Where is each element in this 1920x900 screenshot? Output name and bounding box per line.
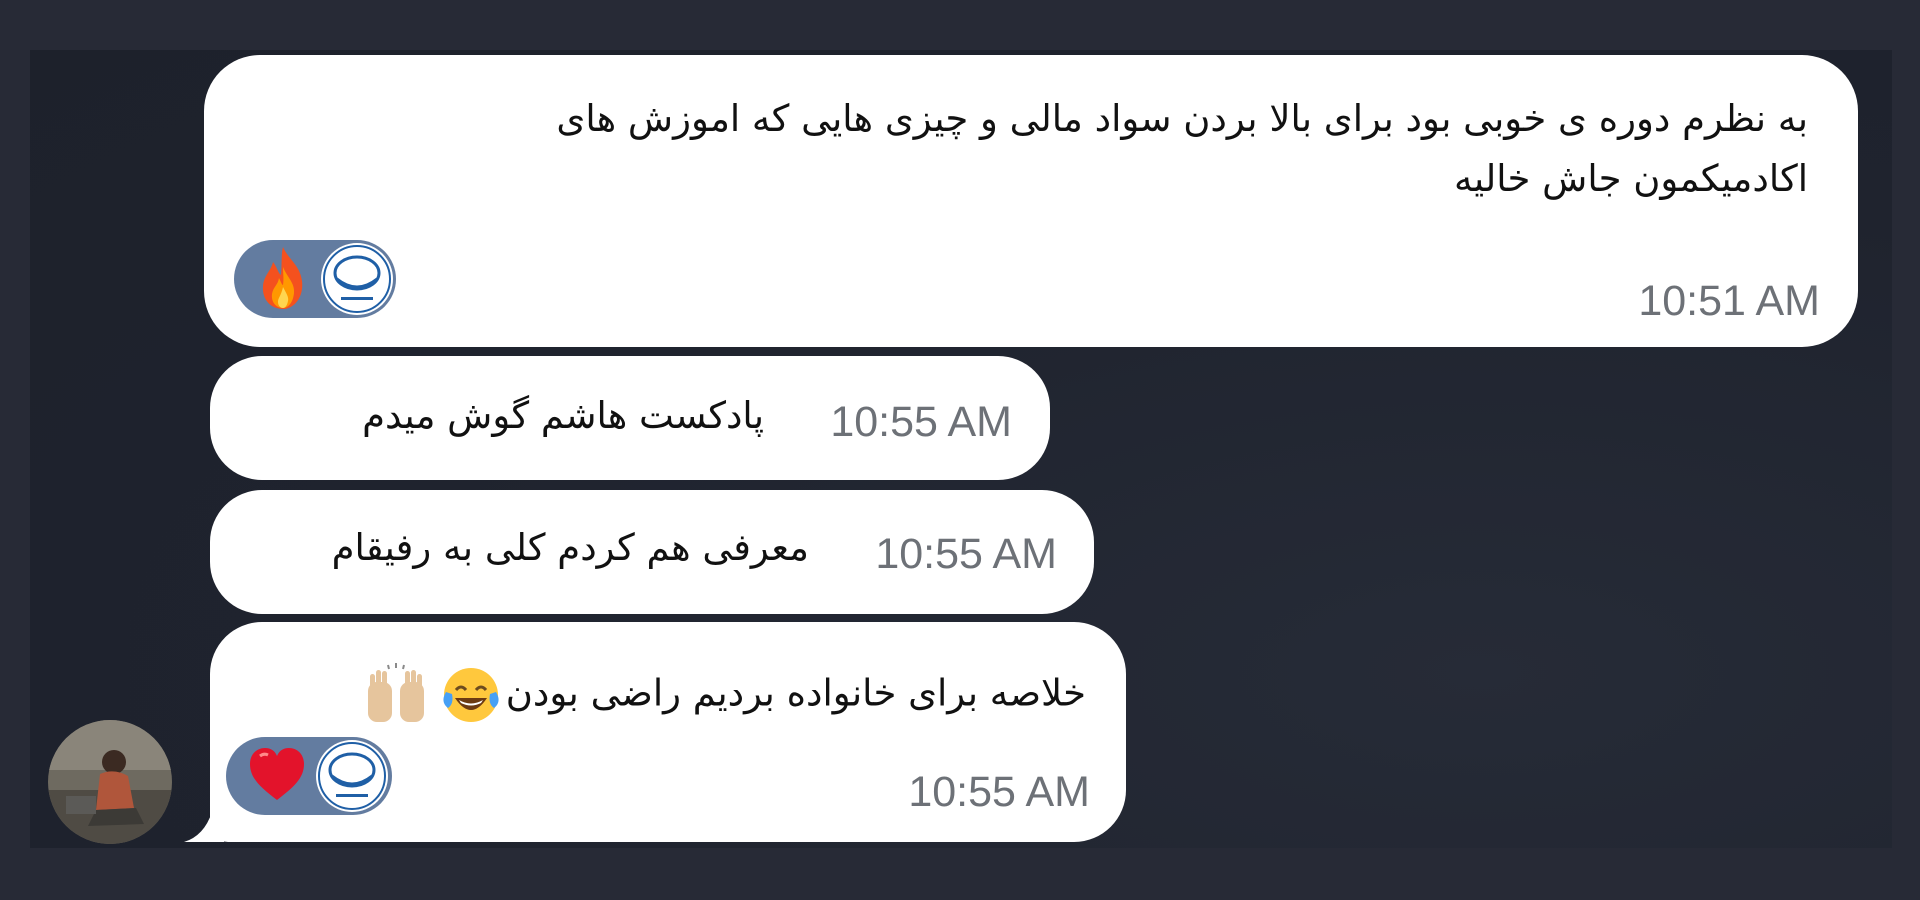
fire-emoji-icon xyxy=(262,247,303,309)
message-text-line: اکادمیکمون جاش خالیه xyxy=(1454,157,1808,200)
reaction-pill[interactable] xyxy=(234,240,396,318)
emoji-group xyxy=(364,662,502,728)
channel-logo-icon xyxy=(323,245,391,313)
tears-of-joy-emoji-icon xyxy=(443,668,499,722)
sender-avatar[interactable] xyxy=(48,720,172,844)
message-bubble[interactable]: خلاصه برای خانواده بردیم راضی بودن 10:55… xyxy=(210,622,1126,842)
message-time: 10:55 AM xyxy=(830,398,1012,446)
raising-hands-emoji-icon xyxy=(367,663,424,722)
message-time: 10:55 AM xyxy=(908,768,1090,816)
message-bubble[interactable]: معرفی هم کردم کلی به رفیقام 10:55 AM xyxy=(210,490,1094,614)
channel-logo-icon xyxy=(318,742,386,810)
message-text: معرفی هم کردم کلی به رفیقام xyxy=(331,526,809,569)
message-text: پادکست هاشم گوش میدم xyxy=(362,394,764,437)
heart-emoji-icon xyxy=(250,748,304,800)
message-text-body: خلاصه برای خانواده بردیم راضی بودن xyxy=(505,671,1086,715)
message-list[interactable]: به نظرم دوره ی خوبی بود برای بالا بردن س… xyxy=(30,50,1892,848)
message-text-line: به نظرم دوره ی خوبی بود برای بالا بردن س… xyxy=(556,97,1808,140)
message-time: 10:51 AM xyxy=(1638,277,1820,325)
reaction-pill[interactable] xyxy=(226,737,392,815)
message-time: 10:55 AM xyxy=(875,530,1057,578)
message-text: خلاصه برای خانواده بردیم راضی بودن xyxy=(364,662,1086,728)
channel-avatar xyxy=(316,740,388,812)
message-bubble[interactable]: به نظرم دوره ی خوبی بود برای بالا بردن س… xyxy=(204,55,1858,347)
bubble-tail xyxy=(184,812,224,842)
sender-photo-icon xyxy=(48,720,172,844)
chat-window: به نظرم دوره ی خوبی بود برای بالا بردن س… xyxy=(0,0,1920,900)
message-bubble[interactable]: پادکست هاشم گوش میدم 10:55 AM xyxy=(210,356,1050,480)
channel-avatar xyxy=(321,243,393,315)
